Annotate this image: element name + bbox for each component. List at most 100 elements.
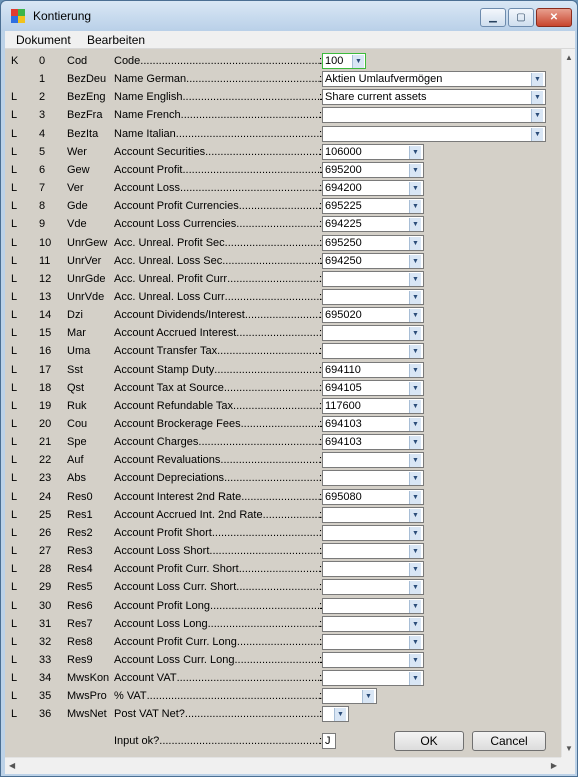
dropdown-arrow-icon[interactable]: ▼ (409, 617, 421, 631)
input-ok-field-value[interactable]: J (325, 735, 331, 747)
dropdown-arrow-icon[interactable]: ▼ (409, 454, 421, 468)
dropdown-arrow-icon[interactable]: ▼ (409, 254, 421, 268)
dropdown-arrow-icon[interactable]: ▼ (409, 290, 421, 304)
dzi-field[interactable]: 695020 ▼ (322, 307, 424, 324)
cancel-button[interactable]: Cancel (472, 731, 546, 751)
res8-field[interactable]: ▼ (322, 633, 424, 650)
res5-field[interactable]: ▼ (322, 579, 424, 596)
input-ok-field[interactable]: J (322, 733, 336, 749)
dropdown-arrow-icon[interactable]: ▼ (409, 182, 421, 196)
sst-field[interactable]: 694110 ▼ (322, 361, 424, 378)
dropdown-arrow-icon[interactable]: ▼ (409, 200, 421, 214)
dropdown-arrow-icon[interactable]: ▼ (531, 127, 543, 141)
res6-field[interactable]: ▼ (322, 597, 424, 614)
dropdown-arrow-icon[interactable]: ▼ (409, 653, 421, 667)
unrver-field[interactable]: 694250 ▼ (322, 252, 424, 269)
ruk-field[interactable]: 117600 ▼ (322, 397, 424, 414)
mwspro-field[interactable]: ▼ (322, 688, 377, 705)
scroll-down-icon[interactable]: ▼ (565, 744, 573, 753)
code-field-value[interactable]: 100 (325, 55, 343, 67)
unrver-field-value[interactable]: 694250 (325, 255, 362, 267)
dropdown-arrow-icon[interactable]: ▼ (531, 91, 543, 105)
dropdown-arrow-icon[interactable]: ▼ (409, 309, 421, 323)
mwskon-field[interactable]: ▼ (322, 670, 424, 687)
ver-field-value[interactable]: 694200 (325, 182, 362, 194)
bezdeu-field-value[interactable]: Aktien Umlaufvermögen (325, 73, 442, 85)
dropdown-arrow-icon[interactable]: ▼ (409, 508, 421, 522)
menu-dokument[interactable]: Dokument (16, 33, 71, 47)
dropdown-arrow-icon[interactable]: ▼ (409, 345, 421, 359)
cou-field[interactable]: 694103 ▼ (322, 416, 424, 432)
sst-field-value[interactable]: 694110 (325, 364, 361, 376)
dropdown-arrow-icon[interactable]: ▼ (409, 418, 421, 431)
dropdown-arrow-icon[interactable]: ▼ (531, 73, 543, 87)
bezeng-field[interactable]: Share current assets ▼ (322, 89, 546, 106)
spe-field[interactable]: 694103 ▼ (322, 434, 424, 451)
dropdown-arrow-icon[interactable]: ▼ (409, 236, 421, 250)
dropdown-arrow-icon[interactable]: ▼ (409, 599, 421, 613)
minimize-button[interactable]: ▁ (480, 8, 506, 27)
scroll-right-icon[interactable]: ▶ (551, 761, 557, 770)
mar-field[interactable]: ▼ (322, 325, 424, 342)
res4-field[interactable]: ▼ (322, 561, 424, 578)
bezdeu-field[interactable]: Aktien Umlaufvermögen ▼ (322, 71, 546, 88)
bezeng-field-value[interactable]: Share current assets (325, 91, 427, 103)
dropdown-arrow-icon[interactable]: ▼ (409, 490, 421, 504)
vde-field-value[interactable]: 694225 (325, 218, 362, 230)
bezfra-field[interactable]: ▼ (322, 107, 546, 124)
spe-field-value[interactable]: 694103 (325, 436, 362, 448)
scroll-up-icon[interactable]: ▲ (565, 53, 573, 62)
dropdown-arrow-icon[interactable]: ▼ (531, 109, 543, 123)
gew-field[interactable]: 695200 ▼ (322, 161, 424, 178)
dropdown-arrow-icon[interactable]: ▼ (409, 472, 421, 486)
dropdown-arrow-icon[interactable]: ▼ (334, 708, 346, 722)
mwsnet-field[interactable]: ▼ (322, 706, 349, 723)
dropdown-arrow-icon[interactable]: ▼ (409, 381, 421, 395)
res0-field-value[interactable]: 695080 (325, 491, 362, 503)
dropdown-arrow-icon[interactable]: ▼ (409, 436, 421, 450)
dropdown-arrow-icon[interactable]: ▼ (409, 327, 421, 341)
abs-field[interactable]: ▼ (322, 470, 424, 487)
maximize-button[interactable]: ▢ (508, 8, 534, 27)
bezita-field[interactable]: ▼ (322, 125, 546, 142)
close-button[interactable]: ✕ (536, 8, 572, 27)
horizontal-scrollbar[interactable]: ◀ ▶ (5, 757, 561, 774)
qst-field[interactable]: 694105 ▼ (322, 379, 424, 396)
vertical-scrollbar[interactable]: ▲ ▼ (561, 49, 575, 757)
dropdown-arrow-icon[interactable]: ▼ (409, 563, 421, 577)
dzi-field-value[interactable]: 695020 (325, 309, 362, 321)
dropdown-arrow-icon[interactable]: ▼ (409, 672, 421, 686)
ruk-field-value[interactable]: 117600 (325, 400, 361, 412)
dropdown-arrow-icon[interactable]: ▼ (409, 526, 421, 540)
code-field[interactable]: 100 ▼ (322, 53, 366, 69)
dropdown-arrow-icon[interactable]: ▼ (409, 145, 421, 159)
unrgde-field[interactable]: ▼ (322, 270, 424, 287)
wer-field-value[interactable]: 106000 (325, 146, 362, 158)
dropdown-arrow-icon[interactable]: ▼ (409, 635, 421, 649)
dropdown-arrow-icon[interactable]: ▼ (409, 163, 421, 177)
res1-field[interactable]: ▼ (322, 506, 424, 523)
wer-field[interactable]: 106000 ▼ (322, 143, 424, 160)
res9-field[interactable]: ▼ (322, 651, 424, 668)
scroll-left-icon[interactable]: ◀ (9, 761, 15, 770)
unrgew-field-value[interactable]: 695250 (325, 237, 362, 249)
gde-field-value[interactable]: 695225 (325, 200, 362, 212)
res3-field[interactable]: ▼ (322, 543, 424, 560)
dropdown-arrow-icon[interactable]: ▼ (409, 581, 421, 595)
dropdown-arrow-icon[interactable]: ▼ (409, 218, 421, 232)
unrvde-field[interactable]: ▼ (322, 288, 424, 305)
gde-field[interactable]: 695225 ▼ (322, 198, 424, 215)
dropdown-arrow-icon[interactable]: ▼ (362, 690, 374, 704)
qst-field-value[interactable]: 694105 (325, 382, 362, 394)
res0-field[interactable]: 695080 ▼ (322, 488, 424, 505)
dropdown-arrow-icon[interactable]: ▼ (409, 272, 421, 286)
auf-field[interactable]: ▼ (322, 452, 424, 469)
gew-field-value[interactable]: 695200 (325, 164, 362, 176)
menu-bearbeiten[interactable]: Bearbeiten (87, 33, 145, 47)
uma-field[interactable]: ▼ (322, 343, 424, 360)
ok-button[interactable]: OK (394, 731, 464, 751)
unrgew-field[interactable]: 695250 ▼ (322, 234, 424, 251)
res7-field[interactable]: ▼ (322, 615, 424, 632)
cou-field-value[interactable]: 694103 (325, 418, 362, 430)
dropdown-arrow-icon[interactable]: ▼ (352, 55, 364, 68)
